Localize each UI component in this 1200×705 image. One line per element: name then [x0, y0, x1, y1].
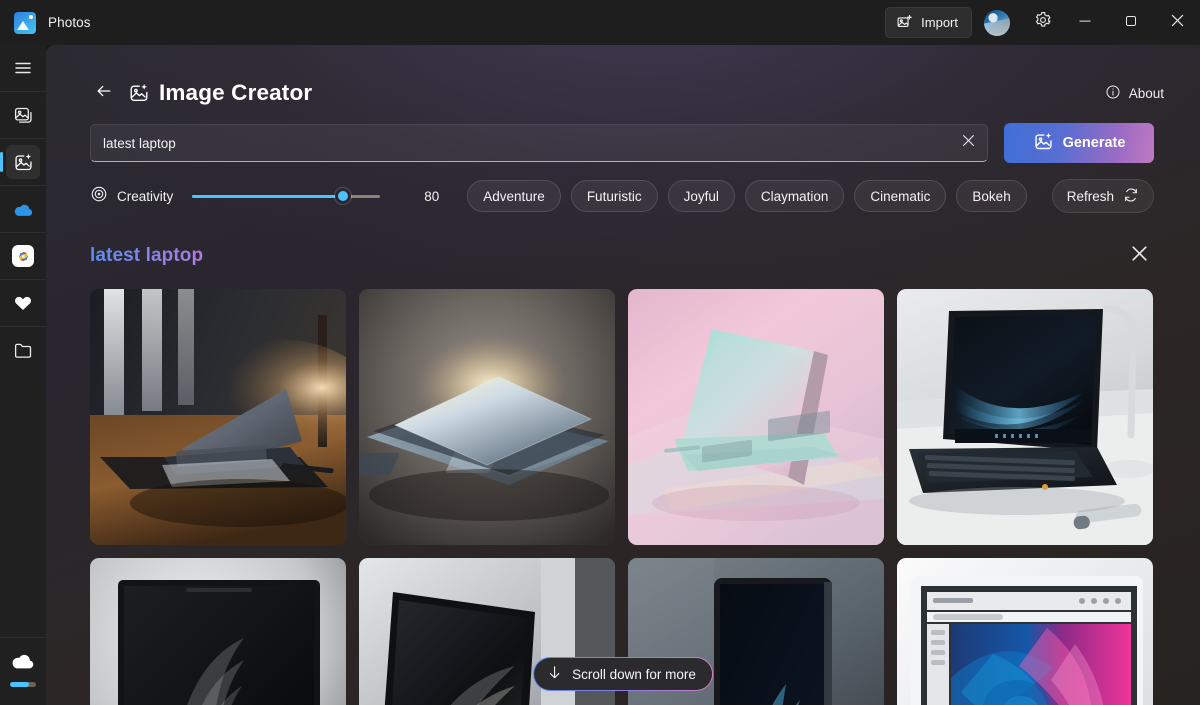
cloud-storage-icon	[10, 652, 36, 677]
hamburger-menu-icon	[6, 51, 40, 85]
image-sparkle-icon	[6, 145, 40, 179]
style-chip-adventure[interactable]: Adventure	[467, 180, 561, 212]
storage-progress-bar	[10, 682, 36, 687]
about-button-label: About	[1128, 85, 1164, 101]
refresh-icon	[1123, 187, 1139, 206]
close-icon	[962, 134, 975, 152]
folder-icon	[6, 333, 40, 367]
style-chip-label: Claymation	[760, 188, 829, 204]
sidebar-item-image-creator[interactable]	[0, 139, 46, 185]
sidebar-group-gallery	[0, 91, 46, 138]
user-avatar[interactable]	[984, 9, 1010, 36]
generated-image-5[interactable]	[90, 558, 346, 705]
cloud-icon	[6, 192, 40, 226]
close-icon	[1131, 245, 1148, 267]
sidebar-group-creator	[0, 138, 46, 185]
generated-image-4[interactable]	[897, 289, 1153, 545]
image-sparkle-icon	[128, 82, 150, 104]
sidebar-item-favorites[interactable]	[0, 280, 46, 326]
creativity-value: 80	[424, 188, 440, 204]
generate-button-label: Generate	[1062, 135, 1126, 151]
scroll-down-hint[interactable]: Scroll down for more	[533, 657, 713, 691]
refresh-button-label: Refresh	[1066, 188, 1114, 204]
photos-stack-icon	[6, 98, 40, 132]
minimize-icon	[1079, 14, 1091, 32]
import-image-icon	[896, 13, 913, 33]
generated-image-8[interactable]	[897, 558, 1153, 705]
slider-thumb[interactable]	[334, 188, 351, 204]
style-chip-cinematic[interactable]: Cinematic	[854, 180, 947, 212]
scroll-hint-label: Scroll down for more	[572, 666, 696, 682]
photos-app-icon	[14, 11, 36, 34]
sidebar-item-menu[interactable]	[0, 45, 46, 91]
minimize-button[interactable]	[1062, 0, 1108, 45]
refresh-button[interactable]: Refresh	[1051, 179, 1154, 213]
creativity-control: Creativity 80	[90, 185, 439, 208]
import-button[interactable]: Import	[885, 7, 972, 38]
image-creator-window: Photos Import Image Creator About latest…	[0, 0, 1200, 705]
target-icon	[90, 185, 108, 208]
app-title: Photos	[48, 15, 91, 30]
sidebar-item-onedrive[interactable]	[0, 186, 46, 232]
title-bar: Photos Import	[0, 0, 1200, 45]
maximize-icon	[1125, 14, 1137, 32]
style-chip-bokeh[interactable]: Bokeh	[956, 180, 1027, 212]
close-button[interactable]	[1154, 0, 1200, 45]
page-header: Image Creator About	[46, 45, 1200, 107]
navigation-rail	[0, 45, 46, 705]
arrow-down-icon	[546, 664, 563, 684]
close-results-button[interactable]	[1122, 239, 1156, 273]
maximize-button[interactable]	[1108, 0, 1154, 45]
slider-fill	[192, 194, 343, 198]
style-chip-label: Cinematic	[870, 188, 931, 204]
generated-image-1[interactable]	[90, 289, 346, 545]
generate-button[interactable]: Generate	[1004, 123, 1154, 163]
sidebar-group-favorites	[0, 279, 46, 326]
storage-indicator[interactable]	[0, 637, 46, 705]
sidebar-group-icloud	[0, 232, 46, 279]
back-arrow-icon	[94, 81, 114, 106]
style-chip-claymation[interactable]: Claymation	[744, 180, 845, 212]
sidebar-item-gallery[interactable]	[0, 92, 46, 138]
import-button-label: Import	[921, 15, 958, 30]
title-bar-right: Import	[885, 0, 1200, 45]
settings-button[interactable]	[1024, 7, 1062, 39]
style-chip-label: Adventure	[483, 188, 545, 204]
style-chip-label: Futuristic	[586, 188, 642, 204]
results-grid	[46, 273, 1200, 705]
gear-icon	[1034, 11, 1052, 34]
title-bar-left: Photos	[0, 11, 91, 34]
style-chip-joyful[interactable]: Joyful	[667, 180, 735, 212]
style-chip-futuristic[interactable]: Futuristic	[570, 180, 658, 212]
generated-image-3[interactable]	[628, 289, 884, 545]
style-chip-list: Adventure Futuristic Joyful Claymation C…	[467, 180, 1027, 212]
sidebar-item-folders[interactable]	[0, 327, 46, 373]
back-button[interactable]	[90, 79, 118, 107]
clear-prompt-button[interactable]	[955, 130, 981, 156]
creativity-label: Creativity	[117, 188, 174, 204]
image-sparkle-icon	[1033, 131, 1054, 156]
sidebar-group-folders	[0, 326, 46, 373]
creativity-slider[interactable]	[192, 187, 381, 205]
info-circle-icon	[1105, 84, 1121, 103]
sidebar-group-onedrive	[0, 185, 46, 232]
heart-icon	[6, 286, 40, 320]
options-row: Creativity 80 Adventure Futuristic Joyfu…	[46, 163, 1200, 213]
about-button[interactable]: About	[1095, 78, 1174, 109]
results-header: latest laptop	[46, 213, 1200, 273]
generated-image-2[interactable]	[359, 289, 615, 545]
style-chip-label: Bokeh	[972, 188, 1011, 204]
sidebar-item-icloud-photos[interactable]	[0, 233, 46, 279]
results-title: latest laptop	[90, 245, 204, 266]
style-chip-label: Joyful	[683, 188, 719, 204]
icloud-photos-icon	[6, 239, 40, 273]
close-icon	[1171, 14, 1184, 32]
page-title: Image Creator	[159, 80, 313, 105]
prompt-row: Generate	[46, 107, 1200, 163]
prompt-input[interactable]	[91, 135, 987, 151]
prompt-field[interactable]	[90, 124, 988, 162]
main-content: Image Creator About latest laptop Genera…	[46, 45, 1200, 705]
